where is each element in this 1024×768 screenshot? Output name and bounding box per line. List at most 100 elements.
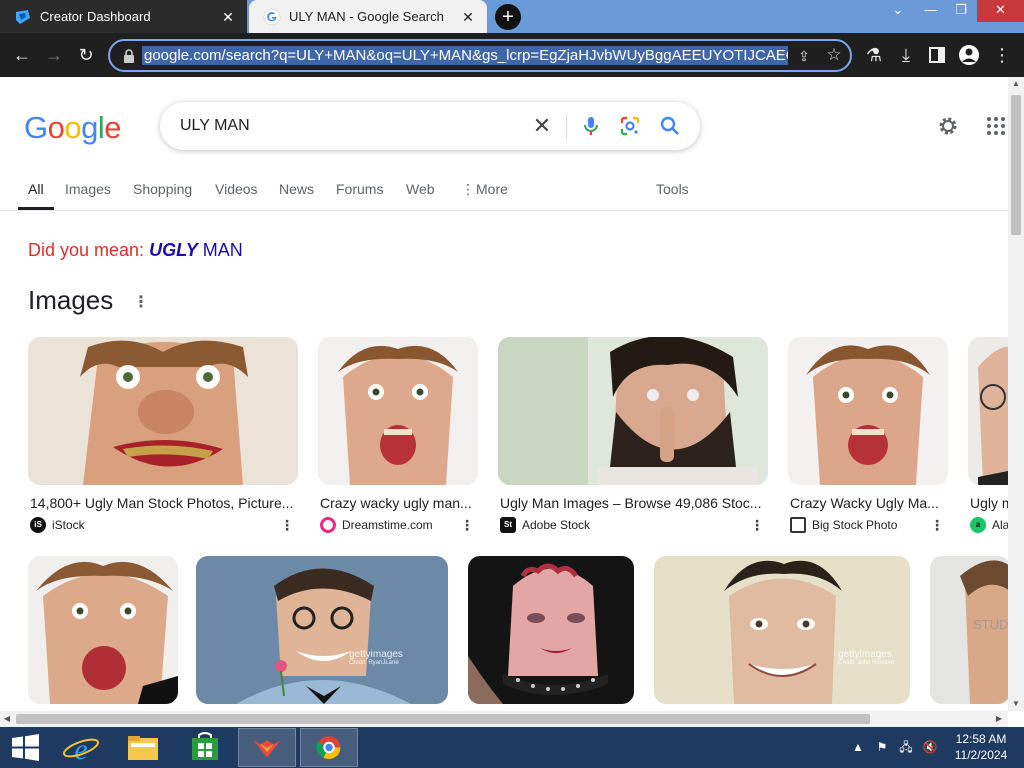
new-tab-button[interactable]: + (495, 4, 521, 30)
chrome-icon[interactable] (300, 728, 358, 767)
side-panel-icon[interactable] (925, 43, 949, 67)
bigstock-icon (790, 517, 806, 533)
search-input[interactable] (180, 115, 510, 137)
did-you-mean-link[interactable]: UGLY MAN (149, 240, 243, 260)
tab-all[interactable]: All (28, 181, 44, 197)
action-center-flag-icon[interactable]: ⚑ (874, 739, 890, 755)
labs-flask-icon[interactable]: ⚗ (862, 43, 886, 67)
tools-button[interactable]: Tools (656, 181, 689, 197)
network-icon[interactable]: 🖧 (898, 739, 914, 755)
more-options-icon[interactable]: ⋮ (750, 517, 764, 533)
search-divider (566, 114, 567, 138)
lock-icon (124, 49, 134, 63)
tab-videos[interactable]: Videos (215, 181, 258, 197)
result-thumbnail[interactable] (968, 337, 1008, 485)
internet-explorer-icon[interactable]: e (52, 728, 110, 767)
tab-news[interactable]: News (279, 181, 314, 197)
tab-search-chevron-icon[interactable]: ⌄ (886, 0, 910, 22)
download-icon[interactable]: ⤓ (894, 43, 918, 67)
image-result-card[interactable]: Ugly m a Ala (968, 337, 1008, 537)
result-title[interactable]: Ugly m (970, 495, 1008, 511)
vertical-scrollbar[interactable]: ▲ ▼ (1008, 77, 1024, 711)
more-vert-icon[interactable]: ⋮ (461, 181, 475, 198)
google-logo[interactable]: Google (24, 110, 122, 146)
minimize-button[interactable]: — (918, 0, 944, 22)
image-result-card[interactable]: Crazy wacky ugly man... Dreamstime.com ⋮ (318, 337, 478, 537)
tab-forums[interactable]: Forums (336, 181, 383, 197)
forward-arrow-icon[interactable]: → (42, 43, 66, 67)
back-arrow-icon[interactable]: ← (10, 43, 34, 67)
tab-web[interactable]: Web (406, 181, 435, 197)
result-thumbnail[interactable] (788, 337, 948, 485)
window-close-button[interactable]: ✕ (977, 0, 1024, 22)
image-result-card[interactable]: Ugly Man Images – Browse 49,086 Stoc... … (498, 337, 768, 537)
scroll-left-arrow-icon[interactable]: ◀ (0, 711, 14, 727)
tab-shopping[interactable]: Shopping (133, 181, 192, 197)
result-source[interactable]: Big Stock Photo (790, 516, 897, 534)
more-options-icon[interactable]: ⋮ (460, 517, 474, 533)
result-source[interactable]: St Adobe Stock (500, 516, 590, 534)
app-fox-icon[interactable] (238, 728, 296, 767)
settings-gear-icon[interactable] (936, 114, 960, 138)
more-options-icon[interactable]: ⋮ (133, 293, 149, 313)
system-clock[interactable]: 12:58 AM 11/2/2024 (948, 731, 1014, 763)
result-thumbnail[interactable] (654, 556, 910, 704)
reload-icon[interactable]: ↻ (74, 43, 98, 67)
microphone-icon[interactable] (579, 114, 603, 138)
horizontal-scrollbar[interactable]: ◀ ▶ (0, 711, 1008, 727)
result-title[interactable]: 14,800+ Ugly Man Stock Photos, Picture..… (30, 495, 298, 511)
share-icon[interactable]: ⇪ (794, 46, 814, 66)
more-options-icon[interactable]: ⋮ (280, 517, 294, 533)
result-source-name: Big Stock Photo (812, 518, 898, 532)
google-apps-icon[interactable] (984, 114, 1008, 138)
search-icon[interactable] (658, 114, 682, 138)
scroll-thumb[interactable] (1011, 95, 1021, 235)
watermark-credit: Credit: RyanJLane (349, 660, 399, 666)
scroll-up-arrow-icon[interactable]: ▲ (1008, 77, 1024, 91)
result-thumbnail[interactable] (318, 337, 478, 485)
scroll-thumb[interactable] (16, 714, 870, 724)
result-thumbnail[interactable] (468, 556, 634, 704)
windows-start-icon[interactable] (0, 728, 58, 767)
url-text[interactable]: google.com/search?q=ULY+MAN&oq=ULY+MAN&g… (142, 46, 788, 65)
file-explorer-icon[interactable] (114, 728, 172, 767)
result-source[interactable]: Dreamstime.com (320, 516, 433, 534)
image-result-card[interactable]: 14,800+ Ugly Man Stock Photos, Picture..… (28, 337, 298, 537)
more-options-icon[interactable]: ⋮ (930, 517, 944, 533)
watermark-text: gettyimages (349, 649, 403, 660)
did-you-mean-bold[interactable]: UGLY (149, 240, 198, 260)
result-title[interactable]: Crazy wacky ugly man... (320, 495, 478, 511)
tab-more[interactable]: More (476, 181, 508, 197)
result-title[interactable]: Crazy Wacky Ugly Ma... (790, 495, 948, 511)
tab-google-search[interactable]: ULY MAN - Google Search ✕ (249, 0, 487, 33)
clear-icon[interactable]: ✕ (530, 114, 554, 138)
tab-close-icon[interactable]: ✕ (219, 8, 237, 26)
result-thumbnail[interactable] (498, 337, 768, 485)
bookmark-star-icon[interactable]: ☆ (824, 45, 844, 65)
browser-tab-strip: Creator Dashboard ✕ ULY MAN - Google Sea… (0, 0, 1024, 33)
result-source-name: Ala (992, 518, 1008, 532)
did-you-mean-label: Did you mean: (28, 240, 145, 260)
restore-button[interactable]: ❐ (948, 0, 974, 22)
result-thumbnail[interactable] (28, 337, 298, 485)
browser-menu-icon[interactable]: ⋮ (990, 43, 1014, 67)
store-icon[interactable] (176, 728, 234, 767)
tab-close-icon[interactable]: ✕ (459, 8, 477, 26)
volume-muted-icon[interactable]: 🔇 (922, 739, 938, 755)
scroll-right-arrow-icon[interactable]: ▶ (992, 711, 1006, 727)
result-thumbnail[interactable] (28, 556, 178, 704)
windows-taskbar: e ▲ ⚑ 🖧 🔇 12:58 AM 11/2/2024 (0, 727, 1024, 768)
result-source[interactable]: a Ala (970, 516, 1008, 534)
profile-avatar-icon[interactable] (957, 43, 981, 67)
result-thumbnail[interactable] (196, 556, 448, 704)
tab-creator-dashboard[interactable]: Creator Dashboard ✕ (0, 0, 247, 33)
tray-expand-icon[interactable]: ▲ (850, 739, 866, 755)
google-lens-icon[interactable] (618, 114, 642, 138)
tab-images[interactable]: Images (65, 181, 111, 197)
address-bar[interactable]: google.com/search?q=ULY+MAN&oq=ULY+MAN&g… (108, 39, 852, 72)
scroll-down-arrow-icon[interactable]: ▼ (1008, 697, 1024, 711)
result-source[interactable]: iS iStock (30, 516, 85, 534)
image-result-card[interactable]: Crazy Wacky Ugly Ma... Big Stock Photo ⋮ (788, 337, 948, 537)
result-title[interactable]: Ugly Man Images – Browse 49,086 Stoc... (500, 495, 768, 511)
did-you-mean-rest[interactable]: MAN (203, 240, 243, 260)
